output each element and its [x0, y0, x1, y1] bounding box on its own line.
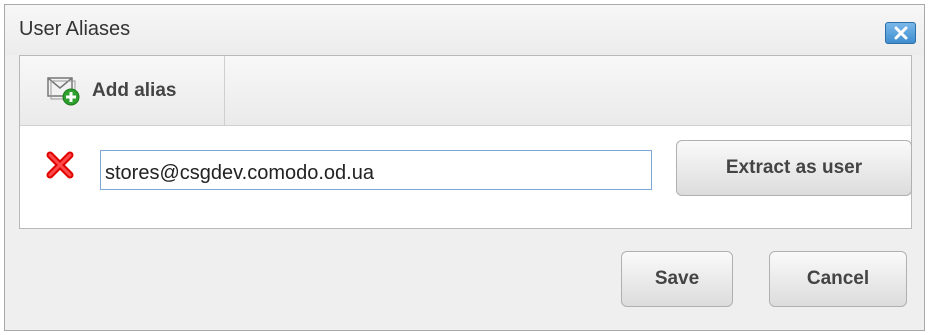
save-button[interactable]: Save: [621, 251, 733, 307]
add-alias-button[interactable]: Add alias: [20, 56, 225, 125]
dialog-titlebar: User Aliases: [5, 5, 924, 55]
add-alias-icon: [47, 76, 80, 105]
cancel-button[interactable]: Cancel: [769, 251, 907, 307]
close-button[interactable]: [885, 22, 916, 44]
alias-email-input[interactable]: [100, 150, 652, 190]
close-icon: [894, 26, 907, 40]
extract-as-user-button[interactable]: Extract as user: [676, 140, 912, 196]
aliases-toolbar: Add alias: [20, 56, 911, 126]
dialog-title: User Aliases: [19, 18, 131, 40]
alias-row: Extract as user: [20, 126, 912, 230]
add-alias-label: Add alias: [92, 79, 177, 101]
delete-icon[interactable]: [45, 150, 75, 180]
aliases-panel: Add alias Extract as user: [19, 55, 912, 229]
user-aliases-dialog: User Aliases Add alias stores@csgdev.com…: [4, 4, 925, 331]
